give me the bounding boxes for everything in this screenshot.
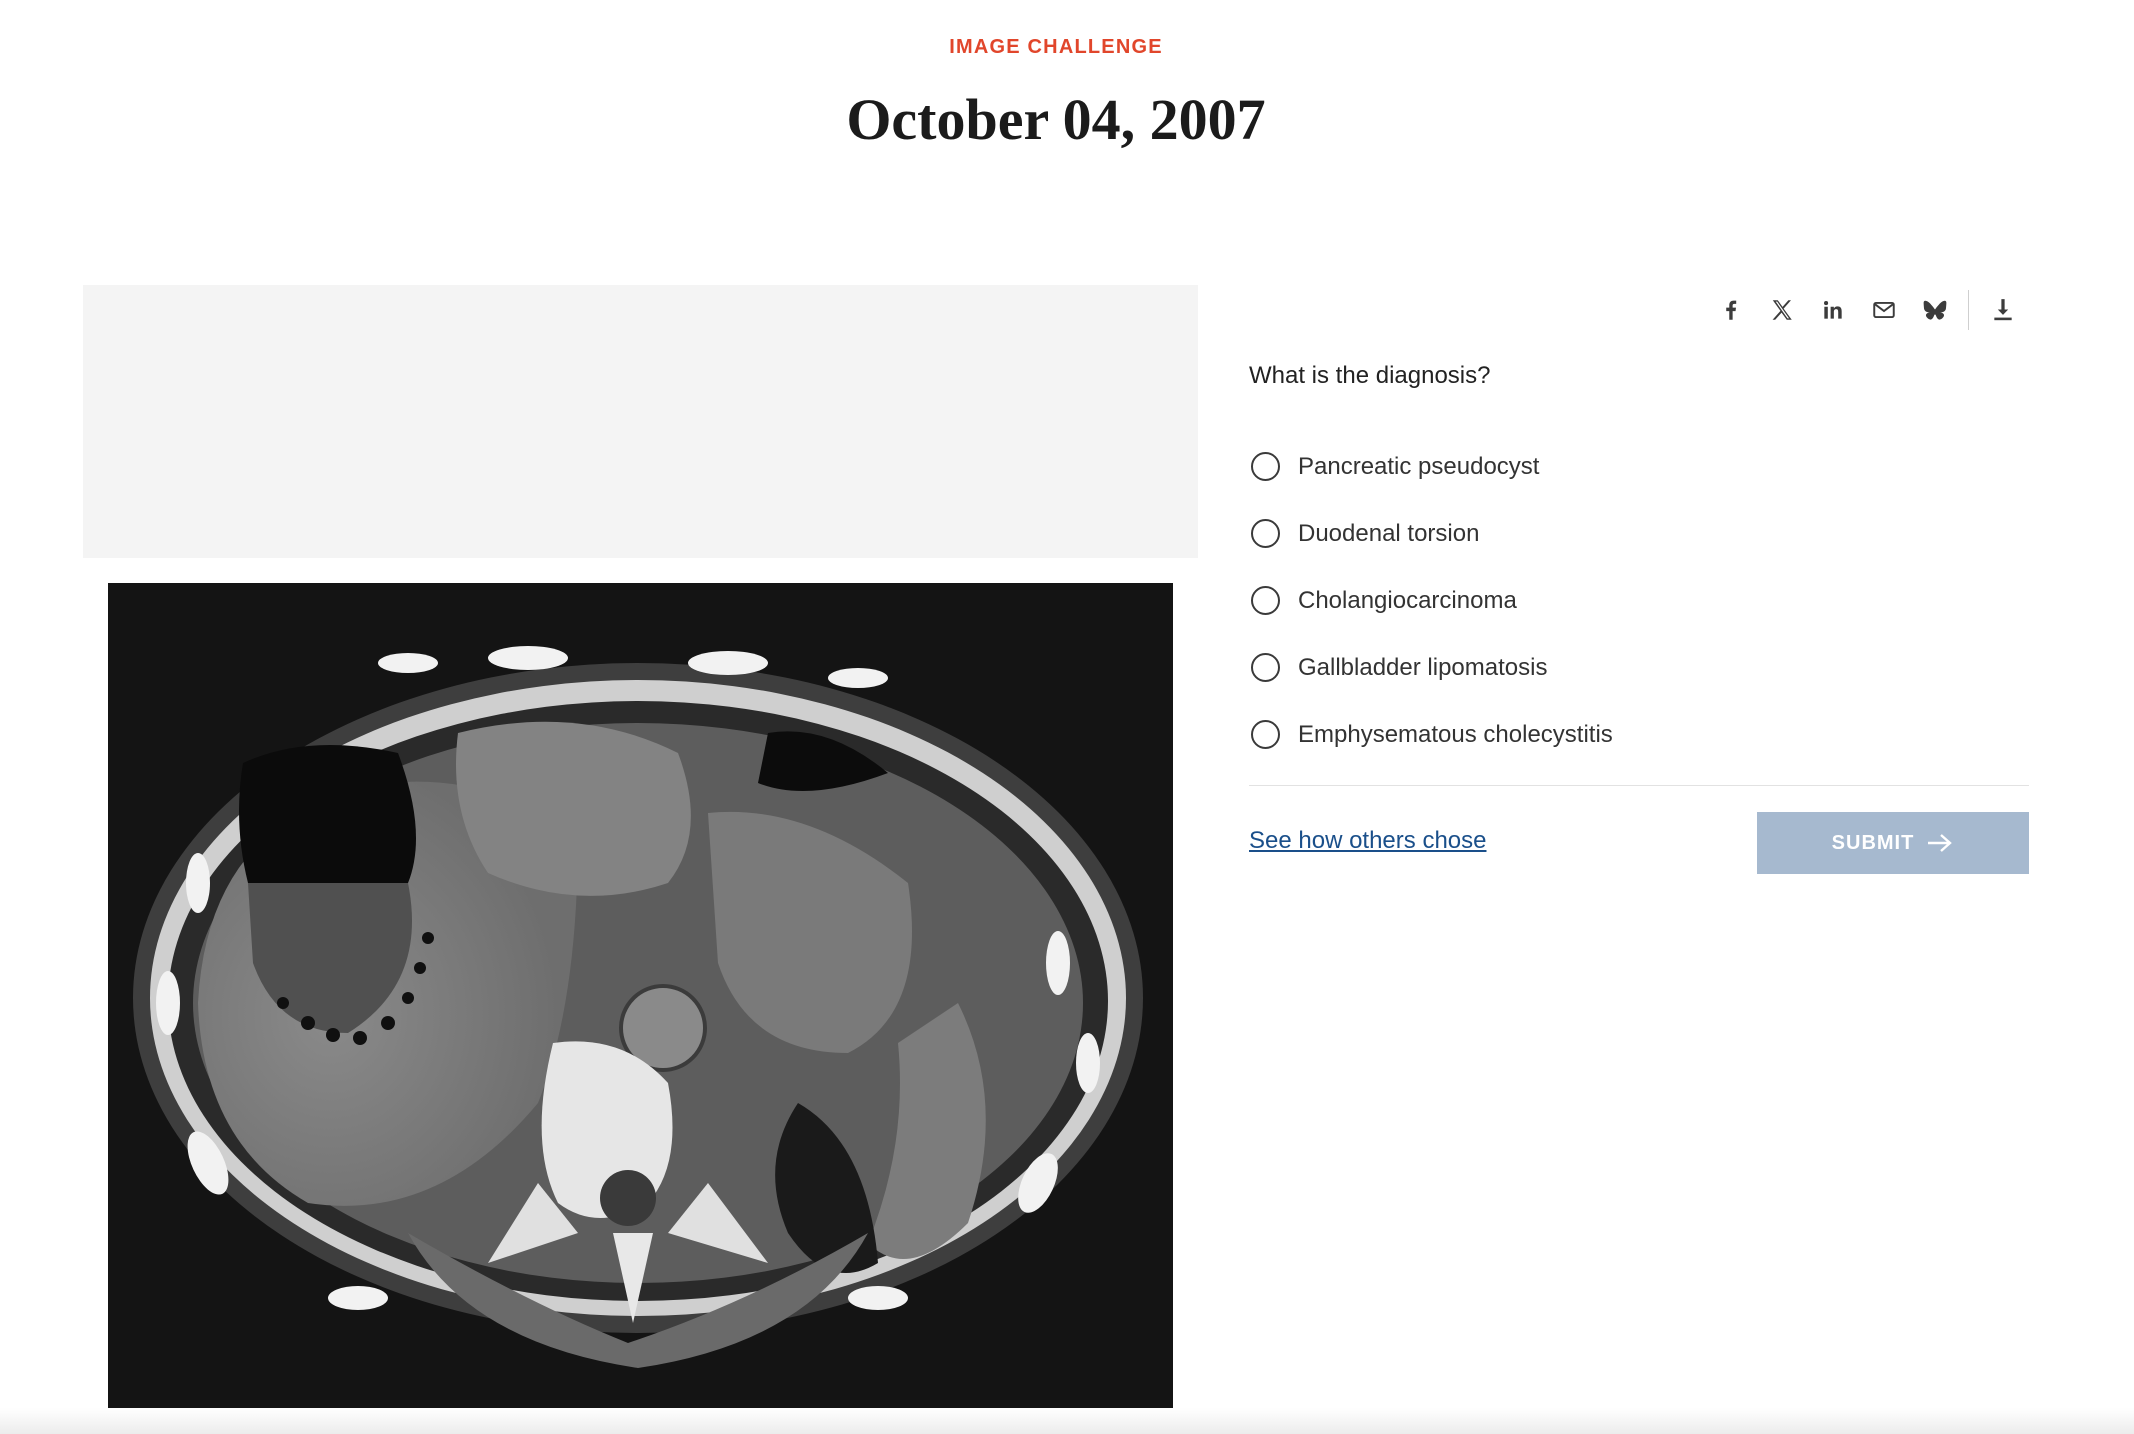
ct-scan-image <box>108 583 1173 1408</box>
answer-option-2[interactable]: Duodenal torsion <box>1251 500 1613 567</box>
answer-option-3[interactable]: Cholangiocarcinoma <box>1251 567 1613 634</box>
radio-button[interactable] <box>1251 519 1280 548</box>
submit-label: SUBMIT <box>1831 831 1915 854</box>
facebook-icon[interactable] <box>1705 292 1756 328</box>
linkedin-icon[interactable] <box>1807 292 1858 328</box>
answer-label: Gallbladder lipomatosis <box>1298 653 1548 681</box>
divider <box>1249 785 2029 786</box>
share-divider <box>1968 290 1969 330</box>
radio-button[interactable] <box>1251 720 1280 749</box>
radio-button[interactable] <box>1251 452 1280 481</box>
share-toolbar <box>1705 290 2028 330</box>
answer-label: Cholangiocarcinoma <box>1298 586 1517 614</box>
answer-label: Duodenal torsion <box>1298 519 1480 547</box>
bluesky-icon[interactable] <box>1909 292 1960 328</box>
see-how-others-chose-link[interactable]: See how others chose <box>1249 827 1486 855</box>
scroll-fade <box>0 1408 2134 1434</box>
submit-button[interactable]: SUBMIT <box>1757 812 2029 874</box>
quiz-question: What is the diagnosis? <box>1249 362 1491 389</box>
download-icon[interactable] <box>1977 292 2028 328</box>
answer-option-4[interactable]: Gallbladder lipomatosis <box>1251 634 1613 701</box>
answer-options: Pancreatic pseudocyst Duodenal torsion C… <box>1251 433 1613 768</box>
x-twitter-icon[interactable] <box>1756 292 1807 328</box>
ct-scan-graphic <box>133 646 1143 1368</box>
answer-option-1[interactable]: Pancreatic pseudocyst <box>1251 433 1613 500</box>
page-title: October 04, 2007 <box>846 87 1266 152</box>
radio-button[interactable] <box>1251 653 1280 682</box>
ad-placeholder <box>83 285 1198 558</box>
answer-label: Emphysematous cholecystitis <box>1298 720 1613 748</box>
image-challenge-page: IMAGE CHALLENGE October 04, 2007 What is… <box>0 0 2134 1434</box>
answer-label: Pancreatic pseudocyst <box>1298 452 1540 480</box>
answer-option-5[interactable]: Emphysematous cholecystitis <box>1251 701 1613 768</box>
radio-button[interactable] <box>1251 586 1280 615</box>
arrow-right-icon <box>1928 834 1953 852</box>
email-icon[interactable] <box>1858 292 1909 328</box>
section-eyebrow: IMAGE CHALLENGE <box>949 36 1163 58</box>
